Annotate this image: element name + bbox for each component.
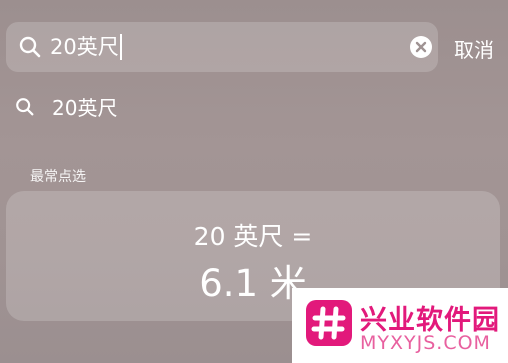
- watermark: 兴业软件园 MYXYJS.COM: [292, 288, 508, 363]
- search-icon: [14, 96, 36, 118]
- conversion-query: 20 英尺 =: [193, 222, 313, 251]
- section-header-top-hits: 最常点选: [30, 169, 86, 185]
- suggestion-label: 20英尺: [52, 96, 118, 120]
- suggestion-item[interactable]: 20英尺: [14, 94, 494, 122]
- clear-circle-icon: [415, 41, 427, 53]
- watermark-url: MYXYJS.COM: [360, 332, 491, 354]
- hash-logo-icon: [306, 300, 352, 346]
- clear-button[interactable]: [410, 36, 432, 58]
- search-input[interactable]: 20英尺: [50, 33, 122, 61]
- cancel-button[interactable]: 取消: [454, 34, 494, 63]
- search-bar[interactable]: 20英尺: [6, 22, 438, 72]
- search-icon: [18, 35, 42, 59]
- search-input-value: 20英尺: [50, 35, 119, 59]
- text-caret: [119, 33, 122, 60]
